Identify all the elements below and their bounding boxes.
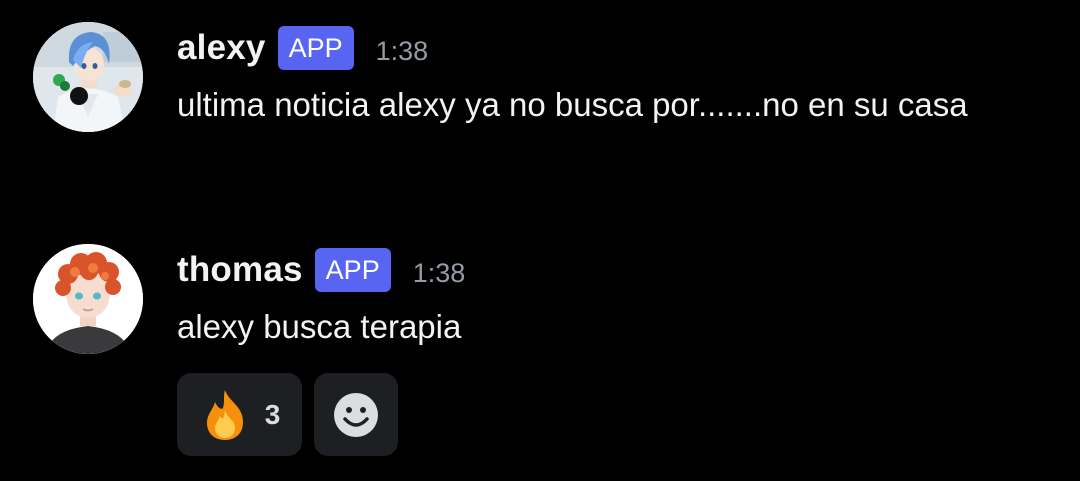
message-header: alexy APP 1:38 (177, 20, 1057, 76)
chat-messages: alexy APP 1:38 ultima noticia alexy ya n… (0, 0, 1080, 481)
username[interactable]: thomas (177, 250, 303, 290)
timestamp: 1:38 (412, 257, 466, 288)
username[interactable]: alexy (177, 28, 266, 68)
add-reaction-icon (334, 392, 378, 437)
add-reaction-button[interactable] (314, 373, 398, 456)
app-badge: APP (314, 248, 391, 292)
timestamp: 1:38 (375, 35, 429, 66)
message-header: thomas APP 1:38 (177, 242, 1057, 298)
message-text: alexy busca terapia (177, 308, 462, 345)
avatar[interactable] (33, 22, 143, 132)
reaction-count: 3 (264, 398, 281, 430)
app-badge: APP (277, 26, 354, 70)
avatar-image (33, 22, 143, 132)
message-content: alexy APP 1:38 ultima noticia alexy ya n… (177, 20, 1057, 133)
avatar-image (33, 244, 143, 354)
avatar[interactable] (33, 244, 143, 354)
reactions: 3 (177, 373, 398, 456)
fire-icon (206, 389, 243, 440)
message-text: ultima noticia alexy ya no busca por....… (177, 86, 968, 123)
message-content: thomas APP 1:38 alexy busca terapia (177, 242, 1057, 355)
reaction-fire[interactable]: 3 (177, 373, 302, 456)
